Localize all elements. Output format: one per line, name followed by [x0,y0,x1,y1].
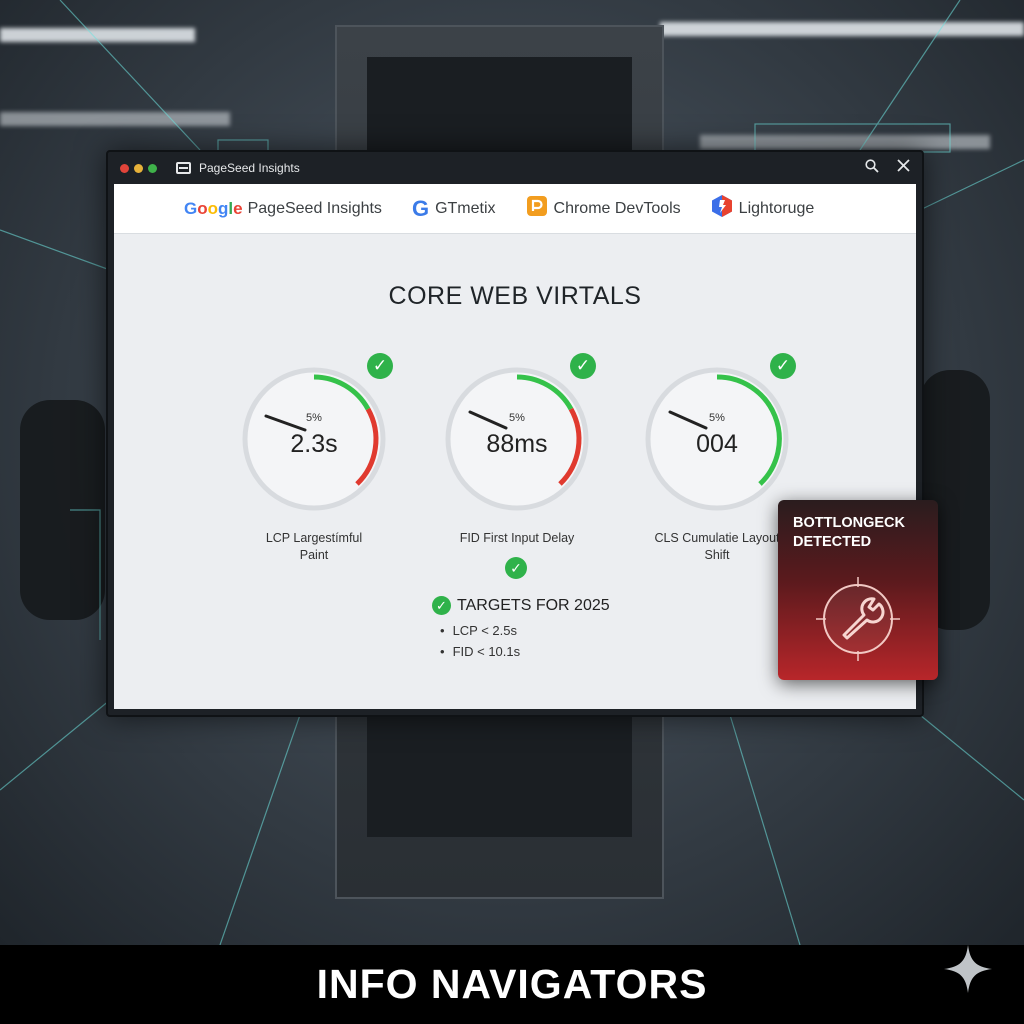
tool-chrome-devtools[interactable]: Chrome DevTools [526,195,681,222]
targets-list: LCP < 2.5s FID < 10.1s [432,623,610,659]
maximize-window-dot[interactable] [148,163,157,173]
close-icon[interactable] [897,159,910,177]
targets-section: ✓ TARGETS FOR 2025 LCP < 2.5s FID < 10.1… [432,596,610,665]
tool-label: Lightoruge [738,199,815,217]
tab-title[interactable]: PageSeed Insights [199,161,300,175]
gauge-value: 004 [696,430,738,458]
check-icon: ✓ [432,596,451,615]
gauge-value: 88ms [486,430,548,458]
list-item: LCP < 2.5s [440,623,610,638]
gauge-percent: 5% [306,412,322,424]
fid-gauge: 5% 88ms [442,364,592,514]
gauge-percent: 5% [709,412,725,424]
gauge-percent: 5% [509,412,525,424]
close-window-dot[interactable] [120,163,129,173]
check-icon: ✓ [505,557,527,579]
bottleneck-alert-card: BOTTLONGECK DETECTED [778,500,938,680]
tool-label: GTmetix [435,199,496,217]
tool-gtmetrix[interactable]: G GTmetix [412,196,496,222]
list-item: FID < 10.1s [440,644,610,659]
title-bar: PageSeed Insights [108,152,922,184]
tool-google-pagespeed[interactable]: Google PageSeed Insights [184,199,382,219]
page-title: CORE WEB VIRTALS [388,282,642,310]
tool-label: Chrome DevTools [553,199,681,217]
tool-label: PageSeed Insights [247,199,382,217]
fid-label: FID First Input Delay [459,531,575,545]
tools-bar: Google PageSeed Insights G GTmetix Chrom… [114,184,916,234]
lcp-label: LCP Largestímful Paint [265,531,363,562]
tool-lighthouse[interactable]: Lightoruge [711,194,815,223]
lighthouse-logo-icon [711,194,733,223]
search-icon[interactable] [865,158,879,178]
gtmetrix-logo-icon: G [411,195,430,221]
minimize-window-dot[interactable] [134,163,143,173]
cls-label: CLS Cumulatie Layout Shift [654,531,780,562]
page-tab-icon [176,162,191,174]
lcp-gauge: 5% 2.3s [239,364,389,514]
brand-name: INFO NAVIGATORS [316,961,708,1007]
check-icon: ✓ [770,353,796,379]
devtools-logo-icon [526,195,548,222]
google-logo-icon: Google [184,198,243,218]
cls-gauge: 5% 004 [642,364,792,514]
targets-heading: ✓ TARGETS FOR 2025 [432,596,610,615]
check-icon: ✓ [367,353,393,379]
brand-footer: INFO NAVIGATORS [0,945,1024,1024]
wrench-icon [816,577,900,661]
check-icon: ✓ [570,353,596,379]
sparkle-icon [944,945,992,993]
alert-text: BOTTLONGECK DETECTED [793,515,905,550]
gauge-value: 2.3s [290,430,338,458]
